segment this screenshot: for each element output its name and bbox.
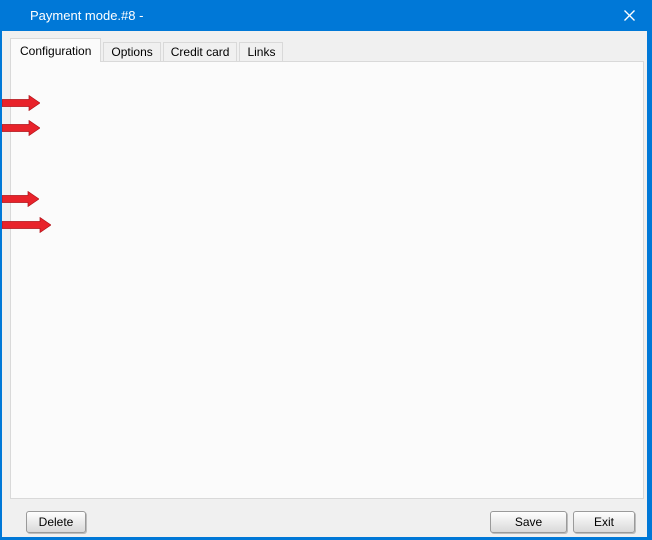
close-button[interactable] bbox=[606, 0, 652, 31]
tab-links-label: Links bbox=[247, 45, 275, 59]
configuration-tab-page bbox=[10, 61, 644, 499]
tab-credit-card-label: Credit card bbox=[171, 45, 230, 59]
payment-mode-dialog: Payment mode.#8 - Configuration Options … bbox=[0, 0, 652, 540]
tab-configuration-label: Configuration bbox=[20, 44, 91, 58]
tab-configuration[interactable]: Configuration bbox=[10, 38, 101, 62]
exit-button[interactable]: Exit bbox=[573, 511, 635, 533]
window-title: Payment mode.#8 - bbox=[30, 0, 143, 31]
close-icon bbox=[624, 10, 635, 21]
tab-strip: Configuration Options Credit card Links bbox=[10, 38, 285, 62]
tab-options-label: Options bbox=[111, 45, 152, 59]
delete-button[interactable]: Delete bbox=[26, 511, 86, 533]
save-button[interactable]: Save bbox=[490, 511, 567, 533]
tab-options[interactable]: Options bbox=[103, 42, 160, 62]
tab-credit-card[interactable]: Credit card bbox=[163, 42, 238, 62]
tab-links[interactable]: Links bbox=[239, 42, 283, 62]
title-bar[interactable]: Payment mode.#8 - bbox=[0, 0, 652, 31]
